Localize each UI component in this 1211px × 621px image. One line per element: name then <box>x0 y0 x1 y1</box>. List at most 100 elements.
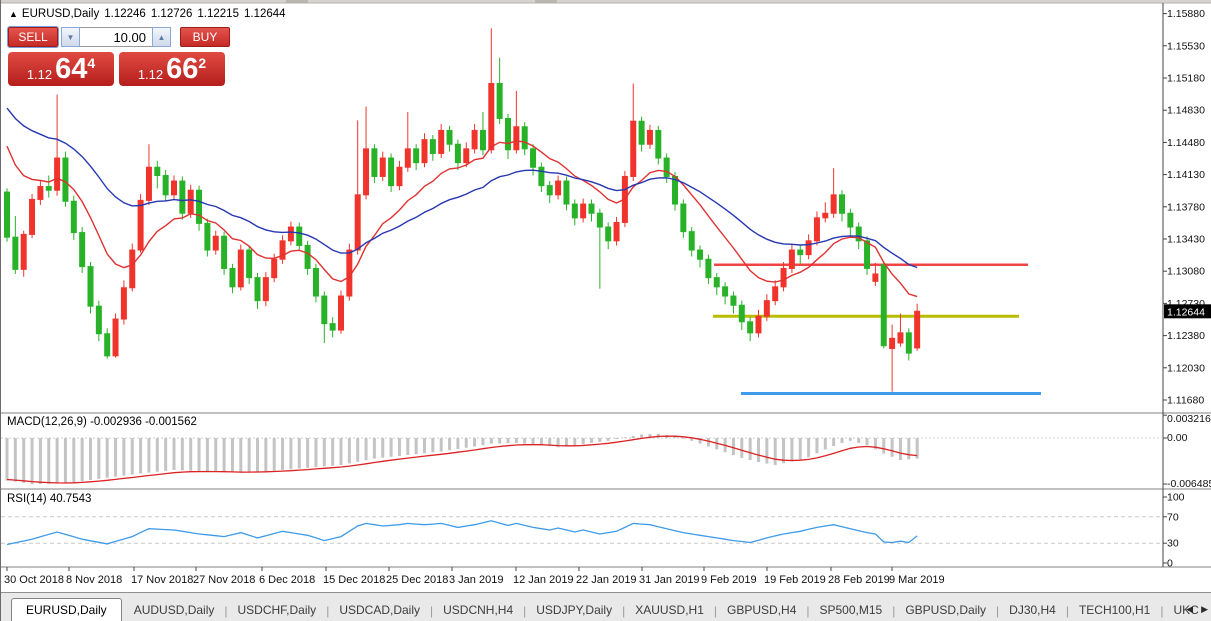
tab-xauusd-h1[interactable]: XAUUSD,H1 <box>625 599 714 621</box>
price-axis-label: 1.13080 <box>1167 266 1205 278</box>
candle-body <box>698 250 703 259</box>
candle-body <box>163 176 168 195</box>
volume-input[interactable] <box>80 27 152 47</box>
candle-body <box>205 223 210 250</box>
price-axis-label: 1.13430 <box>1167 234 1205 246</box>
candle-body <box>71 201 76 232</box>
date-axis-label: 9 Mar 2019 <box>889 574 945 586</box>
price-axis-label: 1.14480 <box>1167 137 1205 149</box>
ohlc-open: 1.12246 <box>104 8 146 20</box>
price-axis-label: 1.15530 <box>1167 40 1205 52</box>
candle-body <box>230 268 235 286</box>
chart-tabs: EURUSD,DailyAUDUSD,Daily|USDCHF,Daily|US… <box>1 593 1209 621</box>
candle-body <box>88 267 93 307</box>
tab-audusd-daily[interactable]: AUDUSD,Daily <box>124 599 225 621</box>
candle-body <box>380 158 385 176</box>
volume-decrease-button[interactable]: ▼ <box>61 27 80 47</box>
candle-body <box>372 149 377 177</box>
buy-price-button[interactable]: 1.12 66 2 <box>119 52 225 86</box>
candle-body <box>539 167 544 185</box>
date-axis-label: 15 Dec 2018 <box>323 574 385 586</box>
candle-body <box>547 186 552 195</box>
tab-sp500-m15[interactable]: SP500,M15 <box>810 599 893 621</box>
candle-body <box>172 181 177 195</box>
tab-scroll-arrows: ◀ ▶ <box>1186 604 1208 615</box>
date-axis-label: 8 Nov 2018 <box>66 574 122 586</box>
candle-body <box>21 234 26 269</box>
buy-price-pips: 66 <box>166 55 198 84</box>
date-axis-label: 19 Feb 2019 <box>764 574 826 586</box>
price-axis-label: 1.15880 <box>1167 8 1205 20</box>
price-axis-label: 1.14830 <box>1167 105 1205 117</box>
candle-body <box>339 296 344 330</box>
buy-price-pipette: 2 <box>198 55 206 71</box>
candle-body <box>789 250 794 268</box>
candle-body <box>5 192 10 237</box>
candle-body <box>96 306 101 334</box>
candle-body <box>272 259 277 277</box>
collapse-triangle-icon[interactable]: ▲ <box>9 9 18 19</box>
candle-body <box>890 338 895 348</box>
chart-tab-bar: EURUSD,DailyAUDUSD,Daily|USDCHF,Daily|US… <box>1 592 1211 621</box>
date-axis-label: 27 Nov 2018 <box>193 574 255 586</box>
tabs-scroll-right-icon[interactable]: ▶ <box>1201 604 1208 615</box>
candle-body <box>155 167 160 175</box>
candle-body <box>130 250 135 288</box>
sell-price-prefix: 1.12 <box>27 67 52 82</box>
candle-body <box>55 158 60 190</box>
date-axis-label: 9 Feb 2019 <box>701 574 757 586</box>
candle-body <box>589 204 594 213</box>
candle-body <box>364 149 369 195</box>
date-axis-label: 25 Dec 2018 <box>386 574 448 586</box>
price-axis-label: 1.14130 <box>1167 169 1205 181</box>
date-axis-label: 17 Nov 2018 <box>131 574 193 586</box>
candle-body <box>121 288 126 319</box>
candle-body <box>681 204 686 232</box>
candle-body <box>305 245 310 268</box>
candle-body <box>188 190 193 213</box>
tab-gbpusd-h4[interactable]: GBPUSD,H4 <box>717 599 806 621</box>
candle-body <box>639 121 644 144</box>
tab-usdcad-daily[interactable]: USDCAD,Daily <box>329 599 430 621</box>
candle-body <box>63 158 68 201</box>
candle-body <box>389 158 394 186</box>
one-click-trading-widget: SELL ▼ ▲ BUY 1.12 64 4 1.12 66 2 <box>8 27 230 86</box>
candle-body <box>506 118 511 149</box>
tab-usdchf-daily[interactable]: USDCHF,Daily <box>228 599 327 621</box>
candle-body <box>881 265 886 346</box>
price-axis-label: 1.13780 <box>1167 201 1205 213</box>
volume-increase-button[interactable]: ▲ <box>152 27 171 47</box>
tabs-scroll-left-icon[interactable]: ◀ <box>1186 604 1193 615</box>
candle-body <box>723 287 728 296</box>
tab-eurusd-daily[interactable]: EURUSD,Daily <box>11 598 122 621</box>
buy-price-prefix: 1.12 <box>138 67 163 82</box>
tab-usdjpy-daily[interactable]: USDJPY,Daily <box>526 599 622 621</box>
tab-dj30-h4[interactable]: DJ30,H4 <box>999 599 1066 621</box>
candle-body <box>906 333 911 353</box>
candle-body <box>848 213 853 227</box>
candle-body <box>572 204 577 218</box>
candle-body <box>531 149 536 167</box>
price-axis-label: 1.12030 <box>1167 362 1205 374</box>
macd-axis-label: 0.003216 <box>1167 413 1211 425</box>
buy-button[interactable]: BUY <box>180 27 230 47</box>
candle-body <box>647 130 652 144</box>
candle-body <box>823 213 828 218</box>
candle-body <box>873 274 878 281</box>
candle-body <box>480 130 485 149</box>
sell-price-button[interactable]: 1.12 64 4 <box>8 52 114 86</box>
sell-button[interactable]: SELL <box>8 27 58 47</box>
candle-body <box>773 287 778 301</box>
volume-stepper: ▼ ▲ <box>61 27 171 47</box>
candle-body <box>781 268 786 286</box>
candle-body <box>30 199 35 234</box>
tab-usdcnh-h4[interactable]: USDCNH,H4 <box>433 599 523 621</box>
candle-body <box>247 250 252 278</box>
candle-body <box>597 213 602 227</box>
sell-price-pips: 64 <box>55 55 87 84</box>
tab-gbpusd-daily[interactable]: GBPUSD,Daily <box>895 599 996 621</box>
rsi-line <box>7 521 917 545</box>
candle-body <box>739 305 744 322</box>
macd-indicator-label: MACD(12,26,9) -0.002936 -0.001562 <box>7 416 197 428</box>
tab-tech100-h1[interactable]: TECH100,H1 <box>1069 599 1160 621</box>
